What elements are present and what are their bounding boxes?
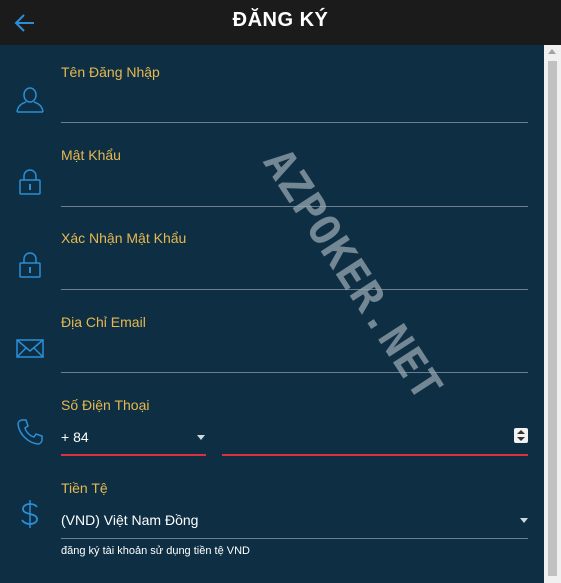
number-spinner[interactable] [514, 428, 528, 443]
username-input[interactable] [61, 88, 528, 120]
phone-label: Số Điện Thoại [61, 397, 150, 413]
email-underline [61, 372, 528, 373]
username-underline [61, 122, 528, 123]
confirm-password-label: Xác Nhận Mật Khẩu [61, 230, 187, 246]
currency-select[interactable]: (VND) Việt Nam Đồng [61, 505, 528, 535]
currency-label: Tiền Tệ [61, 480, 108, 496]
username-label: Tên Đăng Nhập [61, 64, 160, 80]
dollar-icon [21, 500, 38, 528]
user-icon [16, 87, 44, 113]
password-label: Mật Khẩu [61, 147, 121, 163]
lock-icon [19, 169, 41, 195]
scrollbar[interactable] [544, 45, 561, 583]
spinner-up-icon [517, 430, 525, 434]
email-label: Địa Chỉ Email [61, 314, 146, 330]
currency-hint: đăng ký tài khoản sử dụng tiền tệ VND [61, 545, 250, 557]
currency-underline [61, 538, 528, 539]
email-input[interactable] [61, 338, 528, 370]
scroll-thumb[interactable] [548, 61, 557, 576]
phone-number-underline [222, 454, 528, 456]
scroll-up-icon[interactable] [548, 49, 556, 54]
country-code-underline [61, 454, 206, 456]
envelope-icon [16, 339, 44, 358]
currency-value: (VND) Việt Nam Đồng [61, 512, 199, 528]
spinner-down-icon [517, 437, 525, 441]
phone-icon [17, 419, 43, 445]
country-code-value: + 84 [61, 429, 89, 445]
page-title: ĐĂNG KÝ [232, 9, 329, 31]
lock-icon [19, 252, 41, 278]
confirm-password-input[interactable] [61, 255, 528, 287]
chevron-down-icon [520, 518, 528, 523]
confirm-password-underline [61, 289, 528, 290]
chevron-down-icon [197, 435, 205, 440]
country-code-select[interactable]: + 84 [61, 422, 206, 452]
app-header: ĐĂNG KÝ [0, 0, 561, 45]
phone-number-input[interactable] [222, 422, 528, 452]
